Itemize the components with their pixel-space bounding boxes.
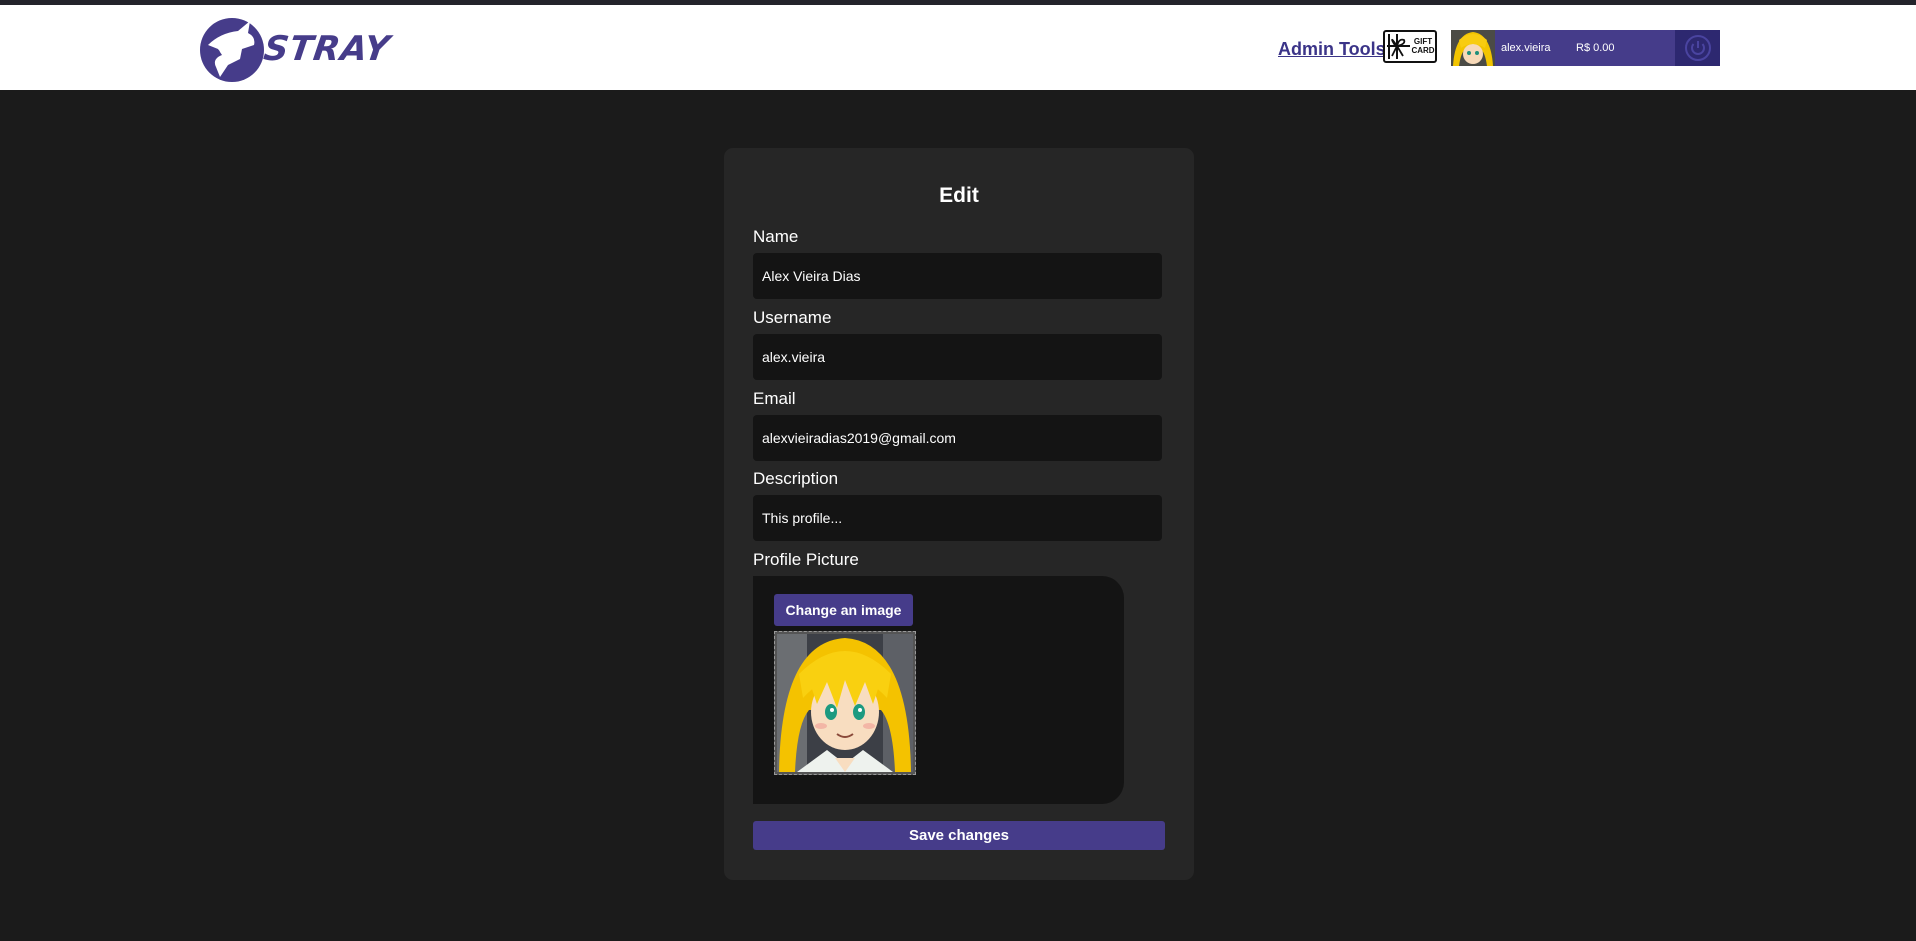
stray-logo[interactable]: STRAY (198, 15, 393, 85)
header-username: alex.vieira (1501, 42, 1551, 54)
gift-card-button[interactable]: GIFT CARD (1383, 30, 1437, 63)
description-label: Description (753, 469, 839, 488)
power-icon (1684, 35, 1711, 61)
edit-profile-card: Edit Name Username Email Description Pro… (724, 148, 1194, 880)
admin-tools-link[interactable]: Admin Tools (1278, 39, 1386, 60)
page-title: Edit (939, 184, 979, 207)
username-label: Username (753, 308, 832, 327)
name-label: Name (753, 227, 799, 246)
brand-name: STRAY (261, 29, 393, 69)
email-field[interactable] (753, 415, 1162, 461)
top-header: STRAY Admin Tools GIFT CARD alex.vieira … (0, 5, 1916, 90)
logo-head-icon (200, 18, 264, 82)
profile-picture-preview[interactable] (774, 631, 916, 775)
name-field[interactable] (753, 253, 1162, 299)
user-menu[interactable]: alex.vieira R$ 0.00 (1451, 30, 1720, 66)
gift-card-text: GIFT CARD (1411, 37, 1435, 55)
profile-picture-panel: Change an image (753, 576, 1124, 804)
balance: R$ 0.00 (1576, 42, 1615, 54)
profile-picture-image (777, 634, 913, 772)
profile-picture-label: Profile Picture (753, 550, 859, 569)
description-field[interactable] (753, 495, 1162, 541)
avatar (1451, 30, 1495, 66)
username-field[interactable] (753, 334, 1162, 380)
gift-card-icon (1387, 34, 1410, 59)
email-label: Email (753, 389, 796, 408)
avatar-image (1451, 30, 1495, 66)
save-changes-button[interactable]: Save changes (753, 821, 1165, 850)
change-image-button[interactable]: Change an image (774, 594, 913, 626)
logout-button[interactable] (1675, 30, 1720, 66)
